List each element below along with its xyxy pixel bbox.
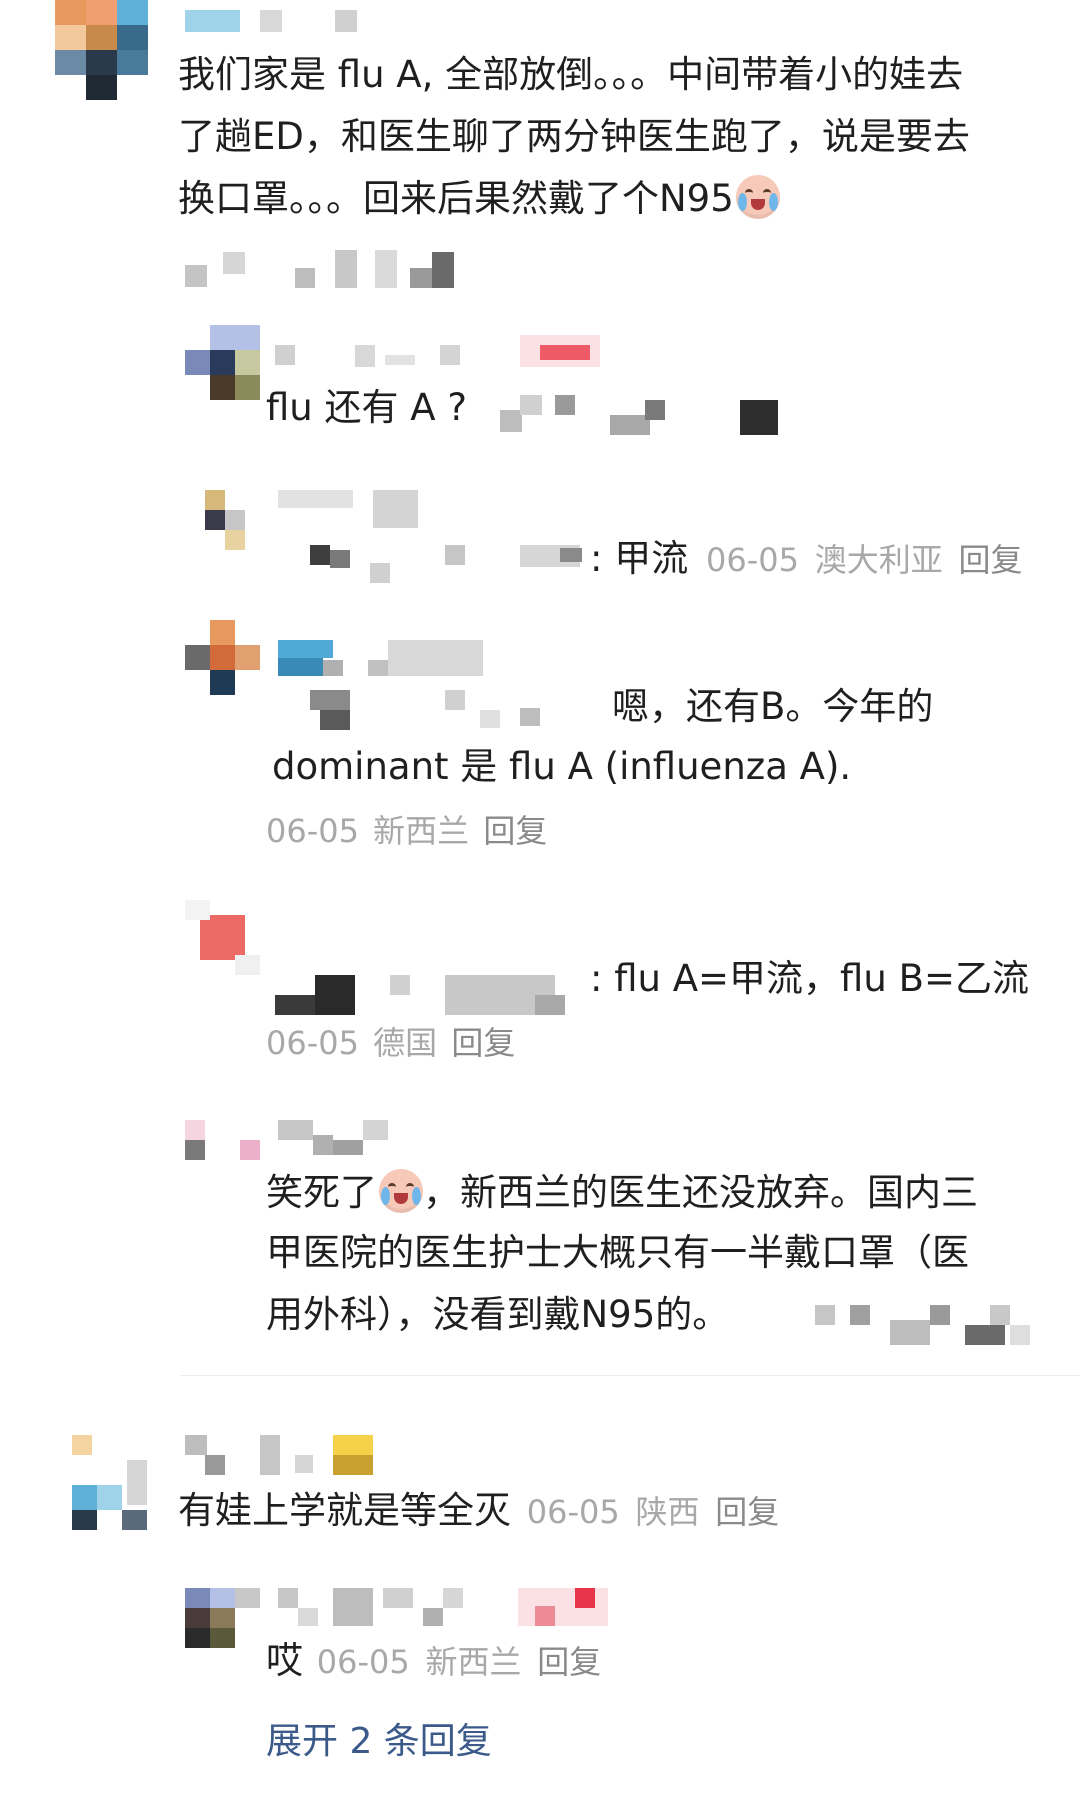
reply-date: 06-05 [706, 541, 799, 579]
avatar[interactable] [185, 900, 260, 975]
reply-line: : 甲流 06-05 澳大利亚 回复 [590, 528, 1023, 591]
meta-blurred [815, 1305, 1045, 1345]
expand-replies-link[interactable]: 展开 2 条回复 [266, 1712, 492, 1764]
reply-text-line: 用外科），没看到戴N95的。 [266, 1293, 730, 1336]
comment-text: 换口罩。。。回来后果然戴了个N95 [178, 177, 734, 220]
avatar[interactable] [55, 0, 148, 100]
reply-location: 澳大利亚 [814, 541, 943, 579]
comment-text-line: 我们家是 flu A, 全部放倒。。。中间带着小的娃去 [178, 53, 964, 96]
reply-text: ，新西兰的医生还没放弃。国内三 [423, 1171, 978, 1214]
avatar[interactable] [205, 490, 245, 550]
reply-text: 笑死了 [266, 1171, 377, 1214]
reply-location: 新西兰 [425, 1643, 522, 1681]
comment-text-line: 换口罩。。。回来后果然戴了个N95 [178, 168, 780, 229]
reply-text-line: dominant 是 flu A (influenza A). [272, 745, 852, 788]
avatar[interactable] [185, 1588, 260, 1648]
reply-date: 06-05 [316, 1643, 410, 1681]
reply-text-line: 嗯，还有B。今年的 [612, 685, 934, 728]
divider [180, 1375, 1080, 1376]
blurred-mentions [500, 395, 800, 440]
username-blurred[interactable] [185, 10, 385, 32]
reply-meta: 06-05 德国 回复 [266, 1013, 515, 1074]
username-blurred[interactable] [278, 490, 428, 530]
comment-date: 06-05 [526, 1493, 620, 1531]
reply-text: : 甲流 [590, 537, 689, 580]
comment-text: 有娃上学就是等全灭 [178, 1489, 511, 1532]
reply-button[interactable]: 回复 [537, 1643, 601, 1681]
reply-date: 06-05 [266, 1024, 359, 1062]
crying-laugh-emoji [379, 1169, 423, 1213]
username-blurred[interactable] [278, 640, 488, 676]
reply-text: : flu A=甲流，flu B=乙流 [590, 957, 1029, 1000]
reply-text: 哎 [266, 1639, 303, 1682]
blurred-mentions [275, 975, 590, 1015]
reply-location: 德国 [373, 1024, 438, 1062]
blurred-mentions [310, 545, 590, 585]
reply-location: 新西兰 [373, 812, 470, 850]
username-blurred[interactable] [275, 330, 615, 370]
username-blurred[interactable] [278, 1588, 618, 1628]
comment-location: 陕西 [635, 1493, 700, 1531]
username-blurred[interactable] [278, 1120, 398, 1160]
reply-text: flu 还有 A ? [266, 386, 467, 429]
reply-date: 06-05 [266, 812, 359, 850]
blurred-mentions [310, 690, 550, 730]
username-blurred[interactable] [185, 1435, 375, 1475]
reply-button[interactable]: 回复 [715, 1493, 779, 1531]
reply-button[interactable]: 回复 [959, 541, 1023, 579]
avatar[interactable] [72, 1435, 147, 1530]
avatar[interactable] [185, 325, 260, 400]
avatar[interactable] [185, 1120, 260, 1160]
comment-text-line: 了趟ED，和医生聊了两分钟医生跑了，说是要去 [178, 115, 970, 158]
reply-text-line: 甲医院的医生护士大概只有一半戴口罩（医 [266, 1231, 969, 1274]
avatar[interactable] [185, 620, 260, 695]
reply-text-line: 笑死了 ，新西兰的医生还没放弃。国内三 [266, 1162, 978, 1223]
reply-button[interactable]: 回复 [483, 812, 547, 850]
crying-laugh-emoji [735, 175, 780, 219]
meta-blurred [185, 250, 465, 290]
reply-line: 哎 06-05 新西兰 回复 [266, 1630, 601, 1693]
comment-line: 有娃上学就是等全灭 06-05 陕西 回复 [178, 1480, 779, 1543]
reply-meta: 06-05 新西兰 回复 [266, 801, 547, 862]
reply-button[interactable]: 回复 [451, 1024, 515, 1062]
